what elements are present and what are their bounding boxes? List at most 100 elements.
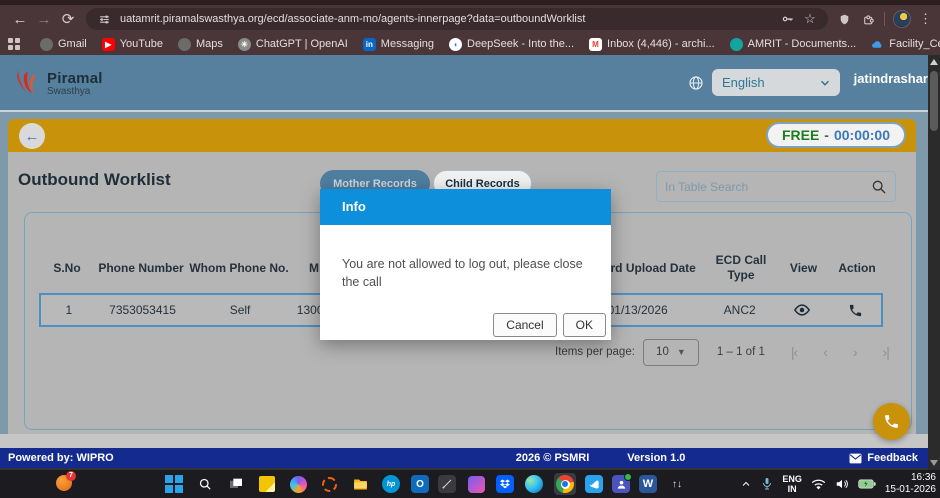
back-icon[interactable]: ← (8, 11, 32, 28)
piramal-flame-icon (14, 67, 40, 99)
start-button[interactable] (163, 473, 185, 495)
password-key-icon[interactable] (780, 11, 796, 27)
action-call-icon[interactable] (829, 303, 881, 318)
address-bar[interactable]: uatamrit.piramalswasthya.org/ecd/associa… (86, 8, 828, 30)
accessibility-icon[interactable]: ↑↓ (666, 473, 688, 495)
notification-badge-icon[interactable]: 7 (56, 475, 72, 491)
sync-app-icon[interactable] (318, 473, 340, 495)
apps-grid-icon[interactable] (8, 38, 20, 50)
ok-button[interactable]: OK (563, 313, 606, 337)
openai-knot-icon: ✳ (238, 38, 251, 51)
language-indicator[interactable]: ENG IN (782, 474, 802, 495)
last-page-icon[interactable]: ›| (883, 344, 889, 360)
app-header: Piramal Swasthya English jatindrashar (0, 55, 940, 112)
dark-app-icon[interactable] (438, 475, 456, 493)
screen: ← → ⟳ uatamrit.piramalswasthya.org/ecd/a… (0, 0, 940, 498)
table-search-box (656, 171, 896, 202)
reload-icon[interactable]: ⟳ (56, 10, 80, 28)
chevron-down-icon (818, 76, 832, 90)
tray-chevron-up-icon[interactable] (740, 478, 752, 490)
call-status-bar: ← FREE - 00:00:00 (8, 119, 916, 152)
site-info-icon[interactable] (96, 11, 112, 27)
next-page-icon[interactable]: › (853, 344, 857, 360)
prev-page-icon[interactable]: ‹ (823, 344, 827, 360)
brand-name: Piramal (47, 70, 103, 87)
language-select[interactable]: English (712, 69, 840, 96)
vscode-icon[interactable] (585, 475, 603, 493)
bookmark-amrit[interactable]: AMRIT - Documents... (730, 38, 857, 51)
edge-icon[interactable] (523, 473, 545, 495)
feedback-link[interactable]: Feedback (849, 452, 918, 464)
browser-toolbar: ← → ⟳ uatamrit.piramalswasthya.org/ecd/a… (0, 5, 940, 33)
globe-language-icon (688, 75, 704, 91)
word-icon[interactable]: W (639, 475, 657, 493)
cell-phone: 7353053415 (97, 303, 189, 318)
extensions-puzzle-icon[interactable] (860, 11, 876, 27)
battery-icon[interactable] (858, 478, 876, 490)
search-icon[interactable] (871, 179, 887, 195)
bookmark-youtube[interactable]: ▶ YouTube (102, 38, 163, 51)
bookmark-inbox[interactable]: M Inbox (4,446) - archi... (589, 38, 715, 51)
user-menu[interactable]: jatindrashar (850, 71, 928, 86)
sticky-notes-icon[interactable] (256, 473, 278, 495)
profile-avatar[interactable] (893, 10, 911, 28)
system-clock[interactable]: 16:36 15-01-2026 (885, 472, 936, 496)
task-view-icon[interactable] (225, 473, 247, 495)
bookmark-maps[interactable]: Maps (178, 38, 223, 51)
cloud-icon (871, 38, 884, 51)
gmail-m-icon: M (589, 38, 602, 51)
envelope-icon (849, 453, 862, 464)
caret-down-icon: ▼ (677, 347, 686, 357)
bookmark-deepseek[interactable]: ◖ DeepSeek - Into the... (449, 38, 574, 51)
view-eye-icon[interactable] (775, 301, 830, 319)
copilot-icon[interactable] (287, 473, 309, 495)
volume-icon[interactable] (835, 477, 849, 491)
bookmark-messaging[interactable]: in Messaging (363, 38, 434, 51)
linkedin-icon: in (363, 38, 376, 51)
bookmark-gmail[interactable]: Gmail (40, 38, 87, 51)
language-value: English (722, 75, 818, 90)
teams-icon[interactable] (612, 475, 630, 493)
call-status: FREE (782, 127, 819, 143)
chrome-icon[interactable] (554, 473, 576, 495)
menu-kebab-icon[interactable]: ⋮ (919, 11, 932, 27)
page-size-select[interactable]: 10 ▼ (643, 339, 699, 366)
cell-whom: Self (188, 303, 292, 318)
search-input[interactable] (665, 180, 871, 194)
page-bottom-band (0, 434, 928, 448)
first-page-icon[interactable]: |‹ (791, 344, 797, 360)
clock-date: 15-01-2026 (885, 484, 936, 495)
file-explorer-icon[interactable] (349, 473, 371, 495)
page-scrollbar[interactable] (928, 55, 940, 470)
copyright: 2026 © PSMRI (516, 452, 590, 464)
bookmarks-bar: Gmail ▶ YouTube Maps ✳ ChatGPT | OpenAI … (0, 33, 940, 55)
info-dialog: Info You are not allowed to log out, ple… (320, 189, 611, 340)
app-footer: Powered by: WIPRO 2026 © PSMRI Version 1… (0, 448, 928, 468)
scroll-up-arrow[interactable] (930, 59, 938, 65)
cell-sno: 1 (41, 303, 97, 318)
username: jatindrashar (854, 71, 928, 86)
bookmark-facility[interactable]: Facility_Certification... (871, 38, 940, 51)
scroll-down-arrow[interactable] (930, 460, 938, 466)
clock-time: 16:36 (911, 472, 936, 483)
back-button[interactable]: ← (19, 123, 45, 149)
taskbar-search-icon[interactable] (194, 473, 216, 495)
adblock-shield-icon[interactable] (836, 11, 852, 27)
outlook-icon[interactable]: O (411, 475, 429, 493)
dropbox-icon[interactable] (496, 475, 514, 493)
hp-app-icon[interactable]: hp (380, 473, 402, 495)
call-fab-button[interactable] (873, 403, 910, 440)
bookmark-chatgpt[interactable]: ✳ ChatGPT | OpenAI (238, 38, 348, 51)
pagination: Items per page: 10 ▼ 1 – 1 of 1 |‹ ‹ › ›… (555, 338, 889, 366)
bookmark-star-icon[interactable]: ☆ (802, 11, 818, 27)
miss-app-icon[interactable] (465, 473, 487, 495)
cancel-button[interactable]: Cancel (493, 313, 556, 337)
wifi-icon[interactable] (811, 478, 826, 491)
microphone-icon[interactable] (761, 477, 773, 491)
globe-icon (178, 38, 191, 51)
powered-by: Powered by: WIPRO (8, 452, 114, 464)
globe-icon (40, 38, 53, 51)
dialog-title: Info (320, 189, 611, 225)
forward-icon[interactable]: → (32, 11, 56, 28)
scroll-thumb[interactable] (930, 71, 938, 131)
